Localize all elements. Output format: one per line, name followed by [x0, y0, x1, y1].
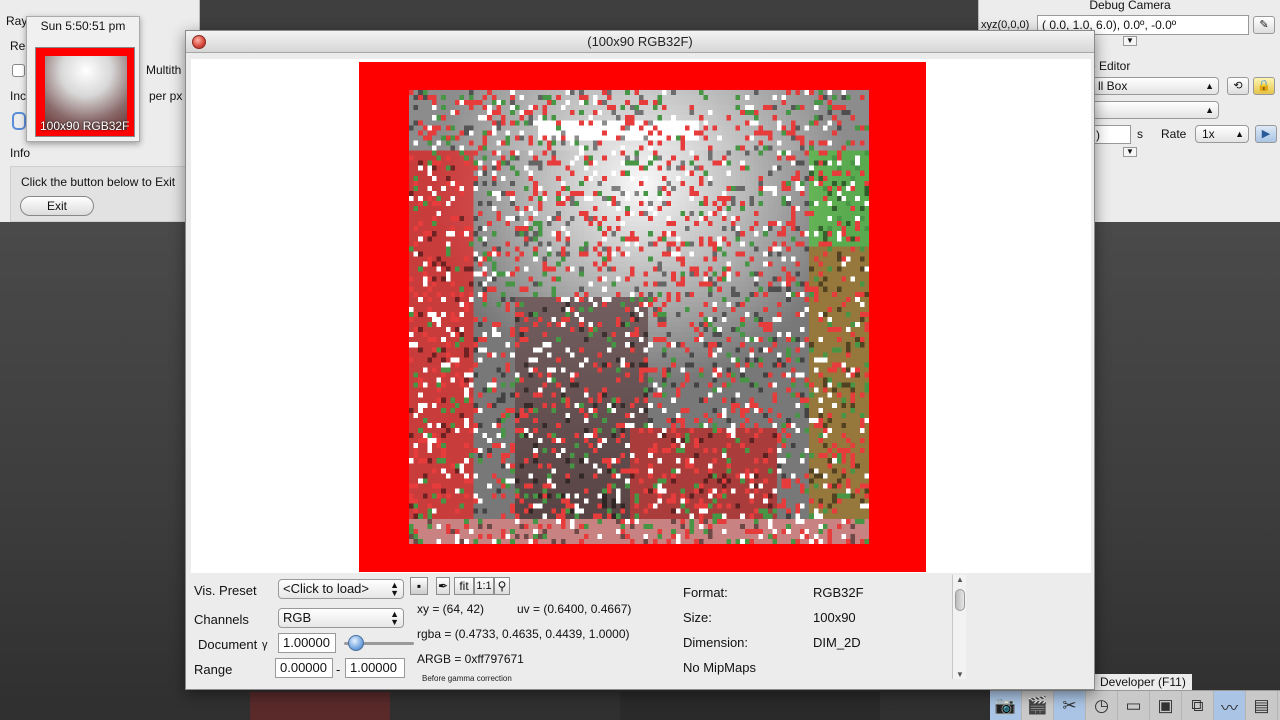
texture-image[interactable]: [409, 90, 869, 544]
terminal-icon[interactable]: ▣: [1150, 691, 1182, 720]
panel-title: Ray: [6, 14, 28, 28]
window-title-text: (100x90 RGB32F): [587, 34, 693, 49]
channels-value: RGB: [283, 610, 312, 625]
chevron-updown-icon: ▲▼: [1205, 105, 1214, 115]
clock-time: Sun 5:50:51 pm: [40, 19, 126, 33]
vis-preset-value: <Click to load>: [283, 581, 369, 596]
time-field[interactable]: ): [1091, 125, 1131, 144]
edit-icon[interactable]: ✎: [1253, 16, 1275, 34]
channels-select[interactable]: RGB ▲ ▼: [278, 608, 404, 628]
vis-preset-select[interactable]: <Click to load> ▲ ▼: [278, 579, 404, 599]
clock-icon[interactable]: ◷: [1086, 691, 1118, 720]
scroll-up-icon[interactable]: ▲: [954, 575, 966, 584]
format-label: Format:: [683, 585, 728, 600]
format-value: RGB32F: [813, 585, 864, 600]
lock-icon[interactable]: 🔒: [1253, 77, 1275, 95]
fit-button[interactable]: fit: [454, 577, 474, 595]
info-label: Info: [10, 146, 31, 160]
entity-select[interactable]: ▲▼: [1091, 101, 1219, 119]
developer-label: Developer (F11): [1094, 674, 1192, 690]
image-border: [359, 62, 926, 572]
close-icon[interactable]: [192, 35, 206, 49]
size-value: 100x90: [813, 610, 856, 625]
uv-readout: uv = (0.6400, 0.4667): [517, 602, 632, 616]
thumbnail-label: 100x90 RGB32F: [40, 119, 130, 133]
window-title: (100x90 RGB32F): [186, 31, 1094, 53]
rate-select-value: 1x: [1202, 127, 1215, 141]
argb-readout: ARGB = 0xff797671: [417, 652, 524, 666]
range-label: Range: [194, 662, 233, 677]
size-label: Size:: [683, 610, 712, 625]
clapper-icon[interactable]: 🎬: [1022, 691, 1054, 720]
gamma-field[interactable]: 1.00000: [278, 633, 336, 653]
scrollbar-thumb[interactable]: [955, 589, 965, 611]
exit-note: Click the button below to Exit: [21, 175, 176, 189]
rate-select[interactable]: 1x ▲▼: [1195, 125, 1249, 143]
reload-icon[interactable]: ⟲: [1227, 77, 1249, 95]
camera-icon[interactable]: 📷: [990, 691, 1022, 720]
gamma-slider-handle[interactable]: [348, 635, 364, 651]
gamma-symbol: γ: [262, 639, 268, 651]
chevron-updown-icon: ▲▼: [1205, 81, 1214, 91]
checkbox[interactable]: [12, 64, 25, 77]
rate-label: Rate: [1161, 127, 1187, 141]
info-scrollbar[interactable]: ▲ ▼: [952, 575, 966, 679]
xy-readout: xy = (64, 42): [417, 602, 485, 616]
range-dash: -: [336, 662, 341, 677]
one-to-one-button[interactable]: 1:1: [474, 577, 494, 595]
time-unit: s: [1137, 127, 1143, 141]
chevron-updown-icon: ▲▼: [390, 609, 399, 627]
developer-toolbar: 📷 🎬 ✂ ◷ ▭ ▣ ⧉ 〰 ▤: [990, 690, 1280, 720]
collapse-icon[interactable]: ▼: [1123, 147, 1137, 157]
channels-label: Channels: [194, 612, 249, 627]
scene-select-value: ll Box: [1098, 79, 1128, 93]
thumbnail-window[interactable]: Sun 5:50:51 pm 100x90 RGB32F: [26, 16, 140, 142]
debug-camera-title: Debug Camera: [1089, 0, 1171, 12]
save-icon[interactable]: ▪: [410, 577, 428, 595]
windows-icon[interactable]: ⧉: [1182, 691, 1214, 720]
tools-icon[interactable]: ✂: [1054, 691, 1086, 720]
texture-pixels: [409, 90, 869, 544]
focused-control[interactable]: [12, 112, 26, 130]
vis-preset-label: Vis. Preset: [194, 583, 257, 598]
image-canvas[interactable]: [191, 59, 1091, 573]
pin-icon[interactable]: ⚲: [494, 577, 510, 595]
thumbnail-image[interactable]: 100x90 RGB32F: [35, 47, 135, 137]
collapse-icon[interactable]: ▼: [1123, 36, 1137, 46]
row-label: Re: [10, 39, 26, 53]
gamma-note: Before gamma correction: [422, 674, 512, 683]
play-icon[interactable]: ▶: [1255, 125, 1277, 143]
scene-select[interactable]: ll Box ▲▼: [1091, 77, 1219, 95]
scene-shape: [250, 692, 390, 720]
mipmaps-label: No MipMaps: [683, 660, 756, 675]
document-icon[interactable]: ▤: [1246, 691, 1278, 720]
range-min-field[interactable]: 0.00000: [275, 658, 333, 678]
note-icon[interactable]: ▭: [1118, 691, 1150, 720]
inc-label: Inc: [10, 89, 27, 103]
exit-button[interactable]: Exit: [20, 196, 94, 216]
range-max-field[interactable]: 1.00000: [345, 658, 405, 678]
dimension-label: Dimension:: [683, 635, 749, 650]
chevron-updown-icon: ▲▼: [1235, 129, 1244, 139]
scene-shape: [620, 692, 880, 720]
graph-icon[interactable]: 〰: [1214, 691, 1246, 720]
chevron-updown-icon: ▲▼: [390, 580, 399, 598]
info-pane: Vis. Preset <Click to load> ▲ ▼ Channels …: [186, 573, 1094, 689]
document-label: Document: [198, 637, 258, 652]
scroll-down-icon[interactable]: ▼: [954, 670, 966, 679]
per-px-label: per px: [149, 89, 183, 103]
rgba-readout: rgba = (0.4733, 0.4635, 0.4439, 1.0000): [417, 627, 630, 641]
multithread-label: Multith: [146, 63, 182, 77]
texture-viewer-window: (100x90 RGB32F) Vis. Preset <Click to lo…: [185, 30, 1095, 690]
eyedropper-icon[interactable]: ✒: [436, 577, 450, 595]
dimension-value: DIM_2D: [813, 635, 861, 650]
